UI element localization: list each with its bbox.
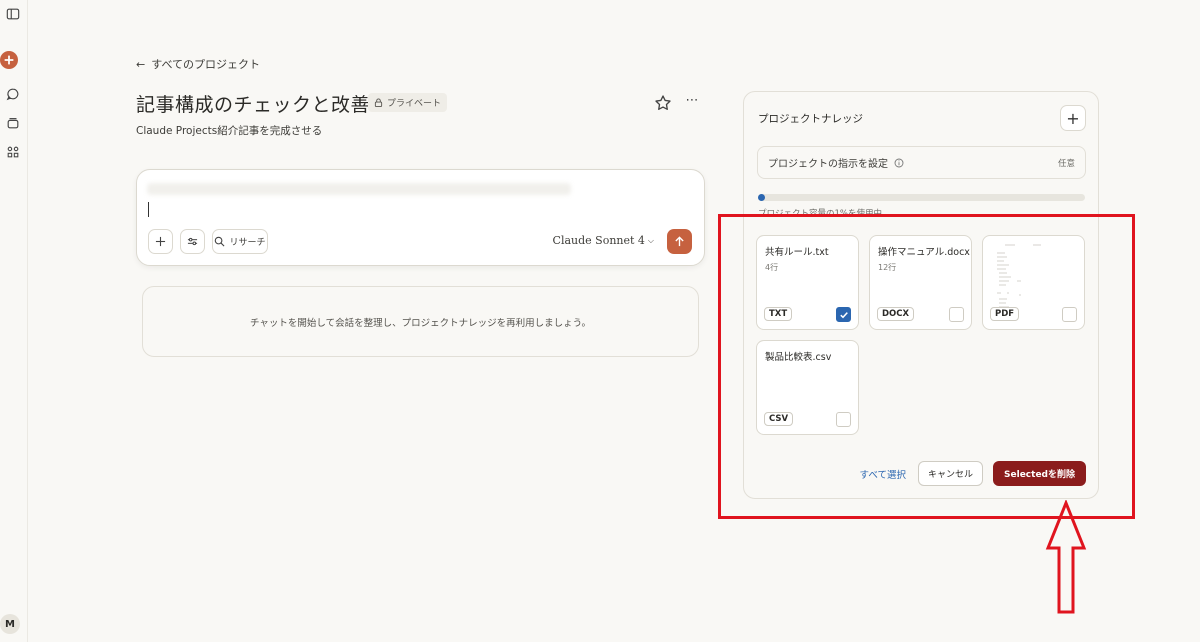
- plus-icon: +: [1066, 108, 1080, 128]
- capacity-usage-text: プロジェクト容量の1%を使用中: [758, 209, 882, 219]
- empty-chats-message: チャットを開始して会話を整理し、プロジェクトナレッジを再利用しましょう。: [142, 286, 699, 357]
- knowledge-title: プロジェクトナレッジ: [758, 113, 863, 125]
- user-avatar[interactable]: M: [0, 614, 20, 634]
- add-attachment-button[interactable]: [148, 229, 173, 254]
- info-icon: [894, 158, 904, 167]
- file-name: 操作マニュアル.docx: [878, 247, 970, 258]
- add-knowledge-button[interactable]: +: [1060, 105, 1086, 131]
- select-all-link[interactable]: すべて選択: [860, 467, 906, 481]
- file-card[interactable]: 共有ルール.txt 4行 TXT: [756, 235, 859, 330]
- file-type-badge: DOCX: [877, 307, 915, 321]
- chevron-down-icon: ⌵: [647, 235, 654, 245]
- pdf-thumbnail: [997, 244, 1041, 308]
- research-label: リサーチ: [229, 238, 266, 248]
- chat-composer[interactable]: リサーチ Claude Sonnet 4 ⌵: [136, 169, 705, 266]
- lock-icon: [374, 98, 383, 107]
- privacy-badge-label: プライベート: [387, 99, 442, 109]
- instructions-label: プロジェクトの指示を設定: [768, 159, 888, 170]
- research-button[interactable]: リサーチ: [212, 229, 268, 254]
- send-button[interactable]: [667, 229, 692, 254]
- blurred-placeholder: [147, 183, 571, 195]
- file-card[interactable]: 製品比較表.csv CSV: [756, 340, 859, 435]
- project-description: Claude Projects紹介記事を完成させる: [136, 125, 323, 137]
- page-title: 記事構成のチェックと改善: [136, 94, 371, 116]
- tools-button[interactable]: [180, 229, 205, 254]
- file-card[interactable]: PDF: [982, 235, 1085, 330]
- file-name: 製品比較表.csv: [765, 352, 832, 363]
- arrow-left-icon: ←: [136, 57, 146, 71]
- project-knowledge-panel: プロジェクトナレッジ + プロジェクトの指示を設定 任意 プロジェクト容量の1%…: [743, 91, 1099, 499]
- file-name: 共有ルール.txt: [765, 247, 829, 258]
- set-instructions-row[interactable]: プロジェクトの指示を設定 任意: [757, 146, 1086, 179]
- annotation-up-arrow-icon: [1045, 500, 1087, 614]
- file-line-count: 4行: [765, 263, 779, 272]
- cancel-button[interactable]: キャンセル: [918, 461, 984, 486]
- checkmark-icon: [839, 311, 848, 318]
- left-rail: M: [0, 0, 28, 642]
- instructions-optional: 任意: [1057, 158, 1075, 169]
- plus-icon: [155, 236, 166, 247]
- file-checkbox[interactable]: [949, 307, 964, 322]
- artifacts-icon[interactable]: [3, 142, 23, 162]
- new-chat-plus-icon[interactable]: [0, 51, 18, 69]
- file-checkbox[interactable]: [836, 412, 851, 427]
- research-search-icon: [215, 236, 225, 247]
- star-icon[interactable]: [654, 94, 672, 112]
- privacy-badge[interactable]: プライベート: [368, 93, 448, 112]
- projects-icon[interactable]: [3, 113, 23, 133]
- back-link-label: すべてのプロジェクト: [151, 58, 261, 71]
- capacity-progress-fill: [758, 194, 765, 201]
- selection-actions: すべて選択 キャンセル Selectedを削除: [860, 461, 1086, 486]
- delete-selected-button[interactable]: Selectedを削除: [993, 461, 1086, 486]
- file-type-badge: TXT: [764, 307, 793, 321]
- model-name: Claude Sonnet 4: [552, 234, 645, 247]
- file-type-badge: PDF: [990, 307, 1020, 321]
- chats-icon[interactable]: [3, 84, 23, 104]
- capacity-progress-bar: [758, 194, 1085, 201]
- arrow-up-icon: [675, 236, 684, 247]
- sliders-icon: [187, 237, 198, 246]
- file-card[interactable]: 操作マニュアル.docx 12行 DOCX: [869, 235, 972, 330]
- empty-chats-text: チャットを開始して会話を整理し、プロジェクトナレッジを再利用しましょう。: [249, 317, 592, 329]
- sidebar-toggle-icon[interactable]: [3, 4, 23, 24]
- file-line-count: 12行: [878, 263, 897, 272]
- text-caret: [148, 202, 149, 217]
- back-to-projects-link[interactable]: ← すべてのプロジェクト: [136, 56, 260, 72]
- file-type-badge: CSV: [764, 412, 794, 426]
- file-checkbox-checked[interactable]: [836, 307, 851, 322]
- file-checkbox[interactable]: [1062, 307, 1077, 322]
- model-selector[interactable]: Claude Sonnet 4 ⌵: [553, 234, 654, 247]
- more-options-icon[interactable]: ⋯: [683, 94, 701, 112]
